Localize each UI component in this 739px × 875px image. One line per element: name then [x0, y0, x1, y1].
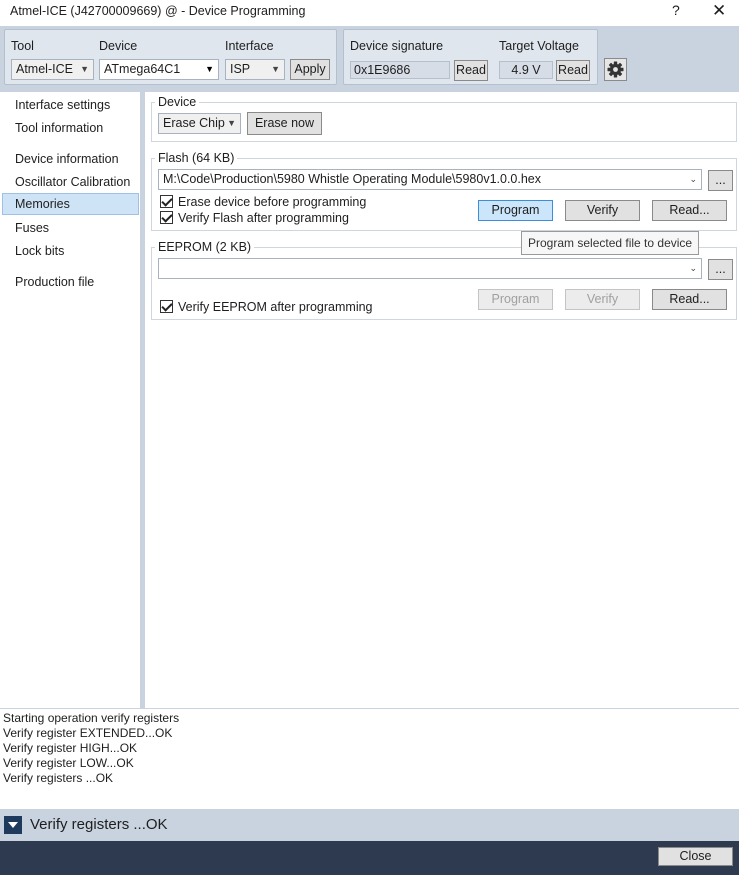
device-signature-label: Device signature [350, 39, 444, 53]
title-bar: Atmel-ICE (J42700009669) @ - Device Prog… [0, 0, 739, 24]
tool-select[interactable]: Atmel-ICE ▼ [11, 59, 94, 80]
sidebar: Interface settings Tool information Devi… [0, 92, 141, 708]
target-voltage-value: 4.9 V [499, 61, 553, 79]
status-message: Verify registers ...OK [30, 816, 168, 833]
read-signature-button[interactable]: Read [454, 60, 488, 81]
help-button[interactable]: ? [672, 2, 680, 18]
interface-select-value: ISP [230, 62, 251, 76]
log-line: Verify register EXTENDED...OK [3, 726, 173, 740]
window-title: Atmel-ICE (J42700009669) @ - Device Prog… [10, 4, 306, 18]
erase-mode-select[interactable]: Erase Chip ▼ [158, 113, 241, 134]
status-bar: Verify registers ...OK [0, 809, 739, 841]
eeprom-program-button[interactable]: Program [478, 289, 553, 310]
program-tooltip: Program selected file to device [521, 231, 700, 255]
sidebar-item-lock-bits[interactable]: Lock bits [2, 240, 139, 262]
flash-program-button[interactable]: Program [478, 200, 553, 221]
flash-section-label: Flash (64 KB) [155, 151, 238, 165]
eeprom-section-label: EEPROM (2 KB) [155, 240, 255, 254]
chevron-down-icon [8, 822, 18, 828]
signature-voltage-group: Device signature Target Voltage 0x1E9686… [343, 29, 598, 85]
verify-flash-checkbox[interactable]: Verify Flash after programming [160, 211, 349, 225]
expand-log-button[interactable] [4, 816, 22, 834]
log-line: Starting operation verify registers [3, 711, 180, 725]
eeprom-browse-button[interactable]: ... [708, 259, 733, 280]
target-voltage-label: Target Voltage [499, 39, 579, 53]
flash-verify-button[interactable]: Verify [565, 200, 640, 221]
footer-bar: Close [0, 841, 739, 875]
window-close-button[interactable]: ✕ [712, 1, 726, 21]
read-voltage-button[interactable]: Read [556, 60, 590, 81]
checkbox-checked-icon [160, 195, 173, 208]
connection-toolbar: Tool Device Interface Atmel-ICE ▼ ATmega… [0, 26, 739, 92]
chevron-down-icon: ▼ [271, 64, 280, 74]
eeprom-verify-button[interactable]: Verify [565, 289, 640, 310]
flash-file-path: M:\Code\Production\5980 Whistle Operatin… [163, 172, 542, 186]
sidebar-item-oscillator-calibration[interactable]: Oscillator Calibration [2, 171, 139, 193]
settings-button[interactable] [604, 58, 627, 81]
tool-device-interface-group: Tool Device Interface Atmel-ICE ▼ ATmega… [4, 29, 337, 85]
log-line: Verify register HIGH...OK [3, 741, 138, 755]
chevron-down-icon: ▼ [205, 64, 214, 74]
erase-before-programming-checkbox[interactable]: Erase device before programming [160, 195, 366, 209]
erase-mode-value: Erase Chip [163, 116, 225, 130]
checkbox-checked-icon [160, 300, 173, 313]
verify-eeprom-label: Verify EEPROM after programming [178, 300, 373, 314]
sidebar-item-tool-information[interactable]: Tool information [2, 117, 139, 139]
device-select-value: ATmega64C1 [104, 62, 181, 76]
chevron-down-icon: ▼ [80, 64, 89, 74]
interface-select[interactable]: ISP ▼ [225, 59, 285, 80]
sidebar-item-memories[interactable]: Memories [2, 193, 139, 215]
chevron-down-icon: ▼ [227, 118, 236, 128]
close-button[interactable]: Close [658, 847, 733, 866]
log-line: Verify register LOW...OK [3, 756, 134, 770]
sidebar-item-device-information[interactable]: Device information [2, 148, 139, 170]
flash-browse-button[interactable]: ... [708, 170, 733, 191]
device-signature-value: 0x1E9686 [350, 61, 450, 79]
eeprom-file-combo[interactable]: ⌄ [158, 258, 702, 279]
sidebar-item-production-file[interactable]: Production file [2, 271, 139, 293]
tool-select-value: Atmel-ICE [16, 62, 73, 76]
device-section-label: Device [155, 95, 200, 109]
chevron-down-icon: ⌄ [689, 174, 697, 184]
checkbox-checked-icon [160, 211, 173, 224]
gear-icon [607, 61, 624, 78]
output-log[interactable]: Starting operation verify registers Veri… [0, 708, 739, 809]
sidebar-item-fuses[interactable]: Fuses [2, 217, 139, 239]
flash-read-button[interactable]: Read... [652, 200, 727, 221]
eeprom-read-button[interactable]: Read... [652, 289, 727, 310]
sidebar-item-interface-settings[interactable]: Interface settings [2, 94, 139, 116]
erase-before-programming-label: Erase device before programming [178, 195, 367, 209]
device-select[interactable]: ATmega64C1 ▼ [99, 59, 219, 80]
interface-label: Interface [225, 39, 274, 53]
device-label: Device [99, 39, 138, 53]
tool-label: Tool [11, 39, 34, 53]
chevron-down-icon: ⌄ [689, 263, 697, 273]
sidebar-splitter[interactable] [141, 92, 145, 708]
apply-button[interactable]: Apply [290, 59, 330, 80]
erase-now-button[interactable]: Erase now [247, 112, 322, 135]
log-line: Verify registers ...OK [3, 771, 114, 785]
verify-flash-label: Verify Flash after programming [178, 211, 349, 225]
verify-eeprom-checkbox[interactable]: Verify EEPROM after programming [160, 300, 373, 314]
flash-file-combo[interactable]: M:\Code\Production\5980 Whistle Operatin… [158, 169, 702, 190]
